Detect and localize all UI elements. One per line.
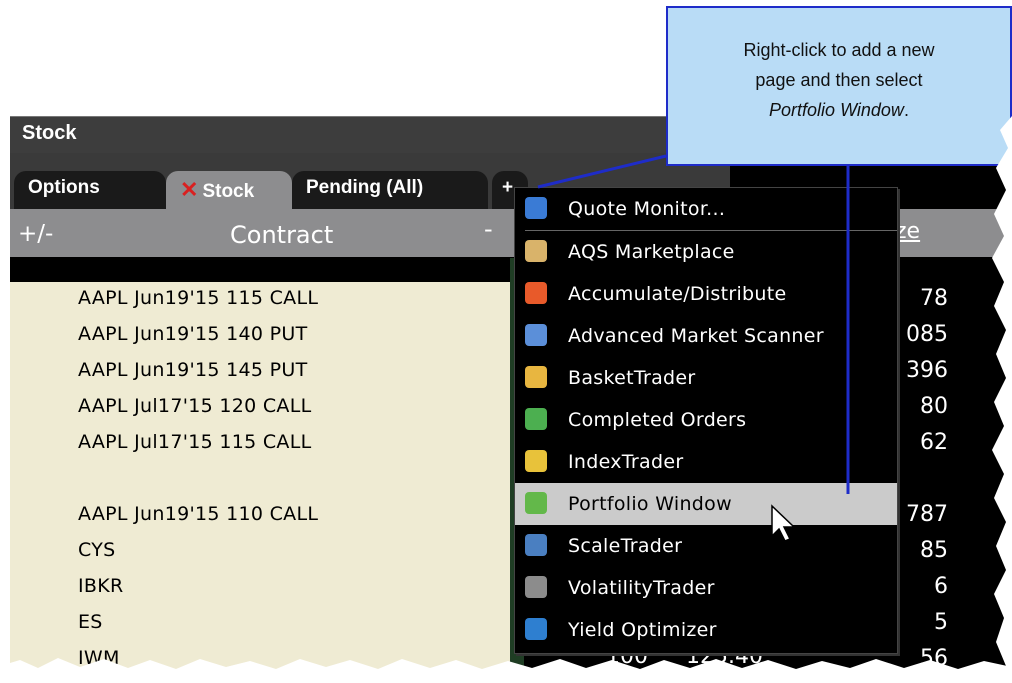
menu-item-label: Accumulate/Distribute	[568, 283, 787, 305]
tab-options-label: Options	[28, 177, 100, 198]
contract-cell: AAPL Jun19'15 115 CALL	[78, 287, 319, 309]
callout-line-3-wrap: Portfolio Window.	[668, 100, 1010, 121]
table-row-empty[interactable]	[10, 462, 510, 498]
size-cell: 5	[934, 610, 948, 635]
tab-stock[interactable]: ✕ Stock	[166, 171, 292, 209]
table-row[interactable]: AAPL Jun19'15 115 CALL	[10, 282, 510, 318]
table-row[interactable]: AAPL Jun19'15 140 PUT	[10, 318, 510, 354]
size-cell: 62	[920, 430, 948, 455]
table-row[interactable]: ES	[10, 606, 510, 642]
scale-trader-icon	[525, 534, 547, 556]
window-title: Stock	[22, 122, 77, 144]
tab-pending-all[interactable]: Pending (All)	[292, 171, 488, 209]
menu-item-label: Advanced Market Scanner	[568, 325, 824, 347]
add-tab-label: +	[502, 177, 514, 198]
accumulate-icon	[525, 282, 547, 304]
menu-item-indextrader[interactable]: IndexTrader	[515, 441, 897, 483]
size-column-header[interactable]: ze	[895, 219, 920, 244]
size-cell: 085	[906, 322, 948, 347]
contract-cell: AAPL Jul17'15 115 CALL	[78, 431, 312, 453]
index-trader-icon	[525, 450, 547, 472]
menu-item-label: ScaleTrader	[568, 535, 683, 557]
contract-cell: AAPL Jun19'15 140 PUT	[78, 323, 308, 345]
completed-orders-icon	[525, 408, 547, 430]
menu-item-label: IndexTrader	[568, 451, 684, 473]
tab-pending-label: Pending (All)	[306, 177, 424, 198]
change-column-header[interactable]: +/-	[18, 221, 53, 247]
callout-line-2: page and then select	[755, 70, 923, 90]
contract-cell: CYS	[78, 539, 116, 561]
table-row[interactable]: CYS	[10, 534, 510, 570]
table-row[interactable]: AAPL Jun19'15 110 CALL	[10, 498, 510, 534]
menu-item-volatilitytrader[interactable]: VolatilityTrader	[515, 567, 897, 609]
tab-options[interactable]: Options	[14, 171, 166, 209]
menu-item-completed-orders[interactable]: Completed Orders	[515, 399, 897, 441]
menu-item-quote-monitor[interactable]: Quote Monitor...	[515, 188, 897, 230]
quote-monitor-icon	[525, 197, 547, 219]
portfolio-icon	[525, 492, 547, 514]
size-cell: 6	[934, 574, 948, 599]
size-cell: 78	[920, 286, 948, 311]
table-row[interactable]: AAPL Jul17'15 120 CALL	[10, 390, 510, 426]
basket-icon	[525, 366, 547, 388]
menu-item-advanced-market-scanner[interactable]: Advanced Market Scanner	[515, 315, 897, 357]
menu-item-aqs-marketplace[interactable]: AQS Marketplace	[515, 231, 897, 273]
instruction-callout: Right-click to add a new page and then s…	[666, 6, 1012, 166]
menu-item-accumulate-distribute[interactable]: Accumulate/Distribute	[515, 273, 897, 315]
tab-stock-label-wrap: ✕ Stock	[180, 177, 254, 203]
add-page-context-menu: Quote Monitor... AQS Marketplace Accumulat…	[514, 187, 898, 654]
menu-item-baskettrader[interactable]: BasketTrader	[515, 357, 897, 399]
callout-line-3-suffix: .	[903, 100, 909, 120]
contract-cell: AAPL Jun19'15 110 CALL	[78, 503, 319, 525]
callout-line-1: Right-click to add a new	[743, 40, 935, 60]
menu-item-scaletrader[interactable]: ScaleTrader	[515, 525, 897, 567]
window-titlebar: Stock	[10, 116, 730, 153]
menu-item-label: Completed Orders	[568, 409, 747, 431]
menu-item-label: Portfolio Window	[568, 493, 732, 515]
menu-item-label: Yield Optimizer	[568, 619, 717, 641]
table-row[interactable]: AAPL Jun19'15 145 PUT	[10, 354, 510, 390]
scanner-icon	[525, 324, 547, 346]
menu-item-yield-optimizer[interactable]: Yield Optimizer	[515, 609, 897, 651]
menu-item-label: AQS Marketplace	[568, 241, 735, 263]
table-row[interactable]: IWM	[10, 642, 510, 676]
size-cell: 396	[906, 358, 948, 383]
yield-optimizer-icon	[525, 618, 547, 640]
size-cell: 85	[920, 538, 948, 563]
contract-cell: IWM	[78, 647, 120, 669]
contract-cell: AAPL Jul17'15 120 CALL	[78, 395, 312, 417]
contract-cell: IBKR	[78, 575, 124, 597]
tab-stock-label: Stock	[202, 181, 255, 202]
callout-line-3: Portfolio Window	[769, 100, 904, 120]
column-header-dash[interactable]: -	[484, 215, 493, 243]
menu-item-portfolio-window[interactable]: Portfolio Window	[515, 483, 897, 525]
menu-item-label: BasketTrader	[568, 367, 696, 389]
contract-cell: AAPL Jun19'15 145 PUT	[78, 359, 308, 381]
contract-cell: ES	[78, 611, 103, 633]
aqs-icon	[525, 240, 547, 262]
menu-item-label: VolatilityTrader	[568, 577, 715, 599]
close-icon[interactable]: ✕	[180, 177, 198, 202]
table-row[interactable]: IBKR	[10, 570, 510, 606]
size-cell: 80	[920, 394, 948, 419]
table-row[interactable]: AAPL Jul17'15 115 CALL	[10, 426, 510, 462]
size-cell: 56	[920, 646, 948, 671]
volatility-icon	[525, 576, 547, 598]
menu-item-label: Quote Monitor...	[568, 198, 726, 220]
contract-column-header[interactable]: Contract	[230, 221, 333, 249]
size-cell: 787	[906, 502, 948, 527]
